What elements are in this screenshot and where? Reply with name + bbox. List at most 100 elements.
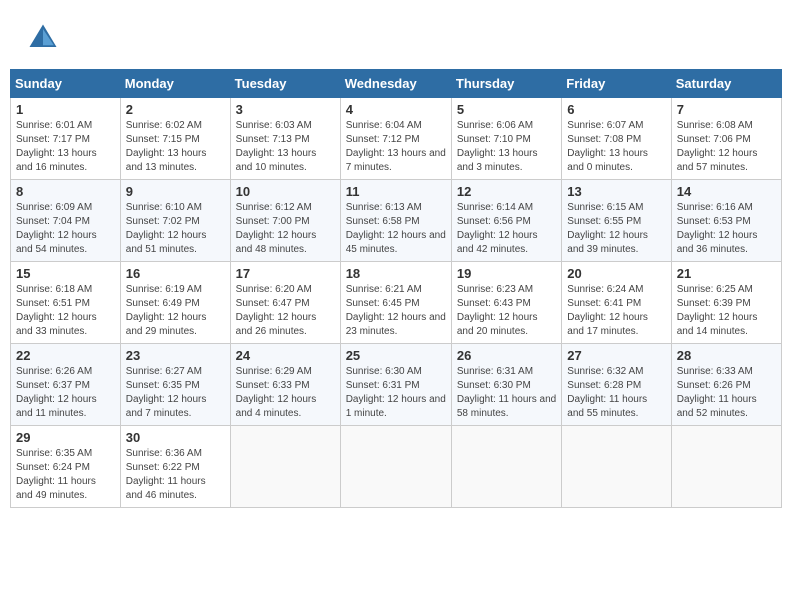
- calendar-cell: 1Sunrise: 6:01 AMSunset: 7:17 PMDaylight…: [11, 98, 121, 180]
- day-info: Sunrise: 6:02 AMSunset: 7:15 PMDaylight:…: [126, 119, 225, 175]
- calendar-cell: 9 Sunrise: 6:10 AMSunset: 7:02 PMDaylight…: [120, 180, 230, 262]
- calendar-cell: 3 Sunrise: 6:03 AMSunset: 7:13 PMDaylight…: [230, 98, 340, 180]
- day-info: Sunrise: 6:07 AMSunset: 7:08 PMDaylight:…: [567, 119, 665, 175]
- day-info: Sunrise: 6:20 AMSunset: 6:47 PMDaylight:…: [236, 283, 335, 339]
- calendar-cell: 2 Sunrise: 6:02 AMSunset: 7:15 PMDaylight…: [120, 98, 230, 180]
- calendar-cell: 16 Sunrise: 6:19 AMSunset: 6:49 PMDayligh…: [120, 262, 230, 344]
- day-number: 9: [126, 184, 225, 199]
- day-number: 17: [236, 266, 335, 281]
- page-header: [10, 10, 782, 61]
- day-info: Sunrise: 6:36 AMSunset: 6:22 PMDaylight:…: [126, 447, 225, 503]
- calendar-cell: 30 Sunrise: 6:36 AMSunset: 6:22 PMDayligh…: [120, 426, 230, 508]
- calendar-cell: 13 Sunrise: 6:15 AMSunset: 6:55 PMDayligh…: [562, 180, 671, 262]
- day-number: 16: [126, 266, 225, 281]
- calendar-cell: 25 Sunrise: 6:30 AMSunset: 6:31 PMDayligh…: [340, 344, 451, 426]
- calendar-day-header: Tuesday: [230, 70, 340, 98]
- day-number: 6: [567, 102, 665, 117]
- calendar-cell: 21 Sunrise: 6:25 AMSunset: 6:39 PMDayligh…: [671, 262, 781, 344]
- day-info: Sunrise: 6:27 AMSunset: 6:35 PMDaylight:…: [126, 365, 225, 421]
- day-number: 30: [126, 430, 225, 445]
- logo: [25, 20, 65, 56]
- day-info: Sunrise: 6:04 AMSunset: 7:12 PMDaylight:…: [346, 119, 446, 175]
- day-info: Sunrise: 6:21 AMSunset: 6:45 PMDaylight:…: [346, 283, 446, 339]
- day-number: 11: [346, 184, 446, 199]
- calendar-cell: 23 Sunrise: 6:27 AMSunset: 6:35 PMDayligh…: [120, 344, 230, 426]
- day-info: Sunrise: 6:09 AMSunset: 7:04 PMDaylight:…: [16, 201, 115, 257]
- day-number: 22: [16, 348, 115, 363]
- calendar-cell: 10 Sunrise: 6:12 AMSunset: 7:00 PMDayligh…: [230, 180, 340, 262]
- calendar-day-header: Monday: [120, 70, 230, 98]
- calendar-cell: 5Sunrise: 6:06 AMSunset: 7:10 PMDaylight…: [451, 98, 561, 180]
- day-number: 15: [16, 266, 115, 281]
- day-number: 23: [126, 348, 225, 363]
- calendar-day-header: Saturday: [671, 70, 781, 98]
- day-info: Sunrise: 6:25 AMSunset: 6:39 PMDaylight:…: [677, 283, 776, 339]
- day-info: Sunrise: 6:23 AMSunset: 6:43 PMDaylight:…: [457, 283, 556, 339]
- calendar-cell: 12 Sunrise: 6:14 AMSunset: 6:56 PMDayligh…: [451, 180, 561, 262]
- calendar-cell: 28 Sunrise: 6:33 AMSunset: 6:26 PMDayligh…: [671, 344, 781, 426]
- day-number: 28: [677, 348, 776, 363]
- calendar-cell: 22 Sunrise: 6:26 AMSunset: 6:37 PMDayligh…: [11, 344, 121, 426]
- calendar-cell: 14 Sunrise: 6:16 AMSunset: 6:53 PMDayligh…: [671, 180, 781, 262]
- calendar-cell: 15 Sunrise: 6:18 AMSunset: 6:51 PMDayligh…: [11, 262, 121, 344]
- day-info: Sunrise: 6:10 AMSunset: 7:02 PMDaylight:…: [126, 201, 225, 257]
- day-number: 3: [236, 102, 335, 117]
- day-number: 7: [677, 102, 776, 117]
- calendar-cell: 7 Sunrise: 6:08 AMSunset: 7:06 PMDaylight…: [671, 98, 781, 180]
- day-info: Sunrise: 6:13 AMSunset: 6:58 PMDaylight:…: [346, 201, 446, 257]
- day-number: 21: [677, 266, 776, 281]
- day-number: 2: [126, 102, 225, 117]
- calendar-cell: [562, 426, 671, 508]
- day-number: 13: [567, 184, 665, 199]
- day-number: 26: [457, 348, 556, 363]
- day-info: Sunrise: 6:35 AMSunset: 6:24 PMDaylight:…: [16, 447, 115, 503]
- day-info: Sunrise: 6:03 AMSunset: 7:13 PMDaylight:…: [236, 119, 335, 175]
- calendar-table: SundayMondayTuesdayWednesdayThursdayFrid…: [10, 69, 782, 508]
- calendar-cell: 18 Sunrise: 6:21 AMSunset: 6:45 PMDayligh…: [340, 262, 451, 344]
- day-info: Sunrise: 6:31 AMSunset: 6:30 PMDaylight:…: [457, 365, 556, 421]
- logo-icon: [25, 20, 61, 56]
- calendar-cell: 6 Sunrise: 6:07 AMSunset: 7:08 PMDaylight…: [562, 98, 671, 180]
- day-number: 19: [457, 266, 556, 281]
- calendar-week-row: 8Sunrise: 6:09 AMSunset: 7:04 PMDaylight…: [11, 180, 782, 262]
- day-number: 5: [457, 102, 556, 117]
- day-info: Sunrise: 6:12 AMSunset: 7:00 PMDaylight:…: [236, 201, 335, 257]
- day-number: 10: [236, 184, 335, 199]
- day-info: Sunrise: 6:16 AMSunset: 6:53 PMDaylight:…: [677, 201, 776, 257]
- calendar-cell: 27Sunrise: 6:32 AMSunset: 6:28 PMDayligh…: [562, 344, 671, 426]
- calendar-cell: 24Sunrise: 6:29 AMSunset: 6:33 PMDayligh…: [230, 344, 340, 426]
- calendar-day-header: Sunday: [11, 70, 121, 98]
- calendar-cell: 4Sunrise: 6:04 AMSunset: 7:12 PMDaylight…: [340, 98, 451, 180]
- calendar-cell: 11 Sunrise: 6:13 AMSunset: 6:58 PMDayligh…: [340, 180, 451, 262]
- calendar-week-row: 29Sunrise: 6:35 AMSunset: 6:24 PMDayligh…: [11, 426, 782, 508]
- calendar-cell: 26 Sunrise: 6:31 AMSunset: 6:30 PMDayligh…: [451, 344, 561, 426]
- day-info: Sunrise: 6:08 AMSunset: 7:06 PMDaylight:…: [677, 119, 776, 175]
- calendar-day-header: Thursday: [451, 70, 561, 98]
- calendar-cell: [340, 426, 451, 508]
- day-info: Sunrise: 6:33 AMSunset: 6:26 PMDaylight:…: [677, 365, 776, 421]
- calendar-header-row: SundayMondayTuesdayWednesdayThursdayFrid…: [11, 70, 782, 98]
- calendar-cell: [451, 426, 561, 508]
- day-info: Sunrise: 6:24 AMSunset: 6:41 PMDaylight:…: [567, 283, 665, 339]
- day-info: Sunrise: 6:18 AMSunset: 6:51 PMDaylight:…: [16, 283, 115, 339]
- calendar-cell: 8Sunrise: 6:09 AMSunset: 7:04 PMDaylight…: [11, 180, 121, 262]
- day-number: 24: [236, 348, 335, 363]
- calendar-cell: 17 Sunrise: 6:20 AMSunset: 6:47 PMDayligh…: [230, 262, 340, 344]
- day-info: Sunrise: 6:26 AMSunset: 6:37 PMDaylight:…: [16, 365, 115, 421]
- day-number: 18: [346, 266, 446, 281]
- calendar-cell: 20Sunrise: 6:24 AMSunset: 6:41 PMDayligh…: [562, 262, 671, 344]
- day-number: 25: [346, 348, 446, 363]
- day-info: Sunrise: 6:30 AMSunset: 6:31 PMDaylight:…: [346, 365, 446, 421]
- day-number: 12: [457, 184, 556, 199]
- calendar-cell: 29Sunrise: 6:35 AMSunset: 6:24 PMDayligh…: [11, 426, 121, 508]
- day-number: 14: [677, 184, 776, 199]
- calendar-cell: 19 Sunrise: 6:23 AMSunset: 6:43 PMDayligh…: [451, 262, 561, 344]
- day-info: Sunrise: 6:14 AMSunset: 6:56 PMDaylight:…: [457, 201, 556, 257]
- day-number: 1: [16, 102, 115, 117]
- day-info: Sunrise: 6:15 AMSunset: 6:55 PMDaylight:…: [567, 201, 665, 257]
- day-info: Sunrise: 6:19 AMSunset: 6:49 PMDaylight:…: [126, 283, 225, 339]
- calendar-week-row: 22 Sunrise: 6:26 AMSunset: 6:37 PMDayligh…: [11, 344, 782, 426]
- calendar-cell: [671, 426, 781, 508]
- calendar-cell: [230, 426, 340, 508]
- day-number: 27: [567, 348, 665, 363]
